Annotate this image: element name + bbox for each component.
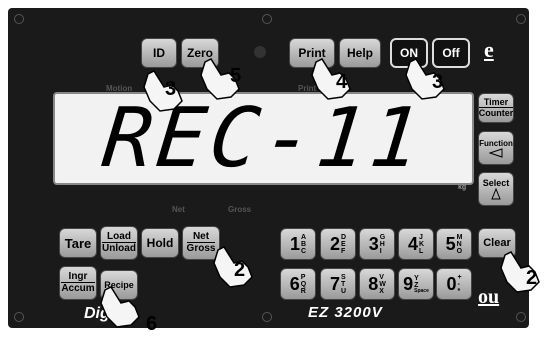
hand-pointers-overlay: 3 5 4 3 2 6 2 [100, 58, 540, 335]
step-callout-number: 3 [432, 71, 443, 93]
step-callout-number: 2 [234, 259, 245, 281]
step-callout-number: 6 [146, 313, 157, 335]
pointing-hand-icon [143, 70, 183, 112]
step-callout-number: 5 [230, 65, 241, 87]
pointing-hand-icon [213, 246, 253, 288]
step-callout-number: 4 [336, 71, 348, 93]
step-callout-number: 3 [165, 78, 176, 100]
pointing-hand-icon [100, 286, 140, 328]
step-callout-number: 2 [526, 267, 537, 289]
